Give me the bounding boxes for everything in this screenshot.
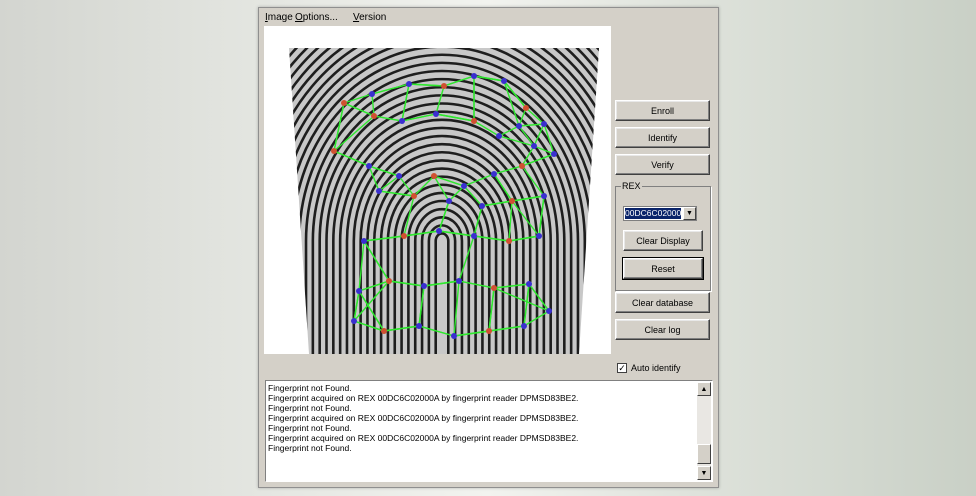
minutia-point — [509, 198, 515, 204]
clear-display-button[interactable]: Clear Display — [623, 230, 703, 251]
minutia-point — [516, 123, 522, 129]
minutia-point — [431, 173, 437, 179]
fingerprint-ridges — [289, 48, 599, 354]
minutia-point — [471, 233, 477, 239]
minutia-point — [446, 198, 452, 204]
minutia-point — [526, 281, 532, 287]
minutia-point — [331, 148, 337, 154]
minutia-point — [461, 183, 467, 189]
minutia-point — [496, 133, 502, 139]
menu-bar: Image Options... Version — [259, 10, 718, 26]
minutia-point — [399, 118, 405, 124]
log-line: Fingerprint not Found. — [268, 443, 352, 453]
log-line: Fingerprint not Found. — [268, 403, 352, 413]
minutia-point — [471, 118, 477, 124]
minutia-point — [471, 73, 477, 79]
minutia-point — [416, 323, 422, 329]
minutia-point — [456, 278, 462, 284]
minutia-point — [523, 105, 529, 111]
minutia-point — [356, 288, 362, 294]
minutia-point — [411, 193, 417, 199]
minutia-point — [491, 285, 497, 291]
rex-select-value: 00DC6C02000A — [625, 208, 681, 219]
minutia-point — [361, 238, 367, 244]
scroll-down-icon[interactable]: ▼ — [697, 466, 711, 480]
minutia-point — [486, 328, 492, 334]
minutia-point — [551, 151, 557, 157]
minutia-point — [396, 173, 402, 179]
scroll-up-icon[interactable]: ▲ — [697, 382, 711, 396]
menu-options[interactable]: Options... — [295, 12, 338, 23]
clear-log-button[interactable]: Clear log — [615, 319, 710, 340]
log-line: Fingerprint acquired on REX 00DC6C02000A… — [268, 393, 579, 403]
rex-select[interactable]: 00DC6C02000A ▼ — [623, 206, 697, 221]
log-line: Fingerprint not Found. — [268, 383, 352, 393]
minutia-point — [436, 228, 442, 234]
minutia-point — [521, 323, 527, 329]
minutia-point — [421, 283, 427, 289]
menu-version[interactable]: Version — [353, 12, 386, 23]
log-line: Fingerprint acquired on REX 00DC6C02000A… — [268, 413, 579, 423]
minutia-point — [366, 163, 372, 169]
fingerprint-image — [289, 48, 599, 354]
scroll-thumb[interactable] — [697, 444, 711, 464]
minutia-point — [479, 203, 485, 209]
fingerprint-image-panel — [264, 26, 611, 354]
minutia-point — [451, 333, 457, 339]
log-lines: Fingerprint not Found. Fingerprint acquir… — [268, 383, 578, 453]
verify-button[interactable]: Verify — [615, 154, 710, 175]
auto-identify-checkbox[interactable]: ✓ — [617, 363, 627, 373]
minutia-point — [531, 143, 537, 149]
minutia-point — [381, 328, 387, 334]
app-window: Image Options... Version Enroll Identify… — [258, 7, 719, 488]
clear-database-button[interactable]: Clear database — [615, 292, 710, 313]
rex-group-label: REX — [621, 181, 642, 191]
minutia-point — [406, 81, 412, 87]
minutia-point — [371, 113, 377, 119]
minutia-point — [351, 318, 357, 324]
auto-identify-label: Auto identify — [631, 363, 681, 373]
minutia-point — [401, 233, 407, 239]
minutia-point — [376, 188, 382, 194]
log-line: Fingerprint acquired on REX 00DC6C02000A… — [268, 433, 579, 443]
log-scrollbar[interactable]: ▲ ▼ — [697, 382, 711, 480]
minutia-point — [536, 233, 542, 239]
minutia-point — [441, 83, 447, 89]
minutia-point — [546, 308, 552, 314]
log-line: Fingerprint not Found. — [268, 423, 352, 433]
minutia-point — [501, 78, 507, 84]
minutia-point — [541, 121, 547, 127]
chevron-down-icon[interactable]: ▼ — [683, 207, 696, 220]
minutia-point — [433, 111, 439, 117]
identify-button[interactable]: Identify — [615, 127, 710, 148]
enroll-button[interactable]: Enroll — [615, 100, 710, 121]
reset-button[interactable]: Reset — [622, 257, 704, 280]
minutia-point — [491, 171, 497, 177]
log-textbox[interactable]: Fingerprint not Found. Fingerprint acquir… — [265, 380, 713, 482]
menu-image[interactable]: Image — [265, 12, 293, 23]
minutia-point — [386, 278, 392, 284]
minutia-point — [369, 91, 375, 97]
minutia-point — [341, 100, 347, 106]
auto-identify-option[interactable]: ✓ Auto identify — [617, 363, 681, 373]
minutia-point — [541, 193, 547, 199]
minutia-point — [519, 163, 525, 169]
minutia-point — [506, 238, 512, 244]
